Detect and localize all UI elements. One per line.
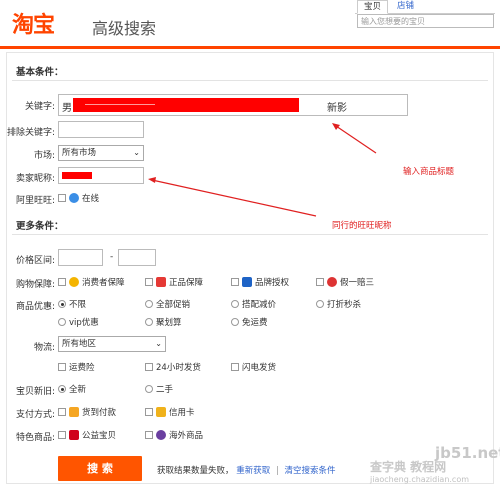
brand-icon bbox=[242, 277, 252, 287]
credit-card-icon bbox=[156, 407, 166, 417]
watermark-url: jiaocheng.chazidian.com bbox=[370, 475, 470, 484]
cod-checkbox[interactable] bbox=[58, 408, 66, 416]
promo-label: 商品优惠: bbox=[15, 302, 55, 312]
credit-label: 信用卡 bbox=[169, 408, 195, 418]
watermark-sub: 查字典 教程网 bbox=[370, 460, 447, 474]
title-arrow-line bbox=[335, 125, 377, 154]
guarantee-fake3[interactable]: 假一赔三 bbox=[316, 276, 374, 288]
charity-checkbox[interactable] bbox=[58, 431, 66, 439]
retry-link[interactable]: 重新获取 bbox=[236, 466, 270, 476]
genuine-label: 正品保障 bbox=[169, 278, 204, 288]
genuine-checkbox[interactable] bbox=[145, 278, 153, 286]
promo-freeship-radio[interactable] bbox=[231, 318, 239, 326]
logistics-24h[interactable]: 24小时发货 bbox=[145, 361, 201, 373]
more-divider bbox=[12, 234, 488, 235]
more-section-title: 更多条件： bbox=[16, 221, 64, 232]
ship24h-label: 24小时发货 bbox=[156, 363, 201, 373]
clear-conditions-link[interactable]: 清空搜索条件 bbox=[285, 466, 336, 476]
consumer-label: 消费者保障 bbox=[82, 278, 125, 288]
promo-bundle-label: 搭配减价 bbox=[242, 300, 277, 310]
charity-icon bbox=[69, 430, 79, 440]
link-divider: | bbox=[275, 466, 279, 476]
overseas-label: 海外商品 bbox=[169, 431, 204, 441]
guarantee-consumer[interactable]: 消费者保障 bbox=[58, 276, 125, 288]
condition-used-label: 二手 bbox=[156, 385, 174, 395]
price-max-input[interactable] bbox=[118, 249, 156, 266]
promo-vip-radio[interactable] bbox=[58, 318, 66, 326]
condition-used-radio[interactable] bbox=[145, 385, 153, 393]
insurance-checkbox[interactable] bbox=[58, 363, 66, 371]
seller-arrow-head bbox=[148, 177, 156, 183]
price-min-input[interactable] bbox=[58, 249, 103, 266]
promo-vip-label: vip优惠 bbox=[69, 318, 99, 328]
price-label: 价格区间: bbox=[15, 256, 55, 266]
result-text: 获取结果数量失败， bbox=[157, 466, 234, 476]
insurance-label: 运费险 bbox=[69, 363, 95, 373]
charity-label: 公益宝贝 bbox=[82, 431, 117, 441]
guarantee-brand[interactable]: 品牌授权 bbox=[231, 276, 289, 288]
shield-icon bbox=[69, 277, 79, 287]
promo-freeship[interactable]: 免运费 bbox=[231, 316, 268, 328]
promo-bundle[interactable]: 搭配减价 bbox=[231, 298, 276, 310]
payment-label: 支付方式: bbox=[15, 410, 55, 420]
promo-freeship-label: 免运费 bbox=[242, 318, 268, 328]
condition-new[interactable]: 全新 bbox=[58, 383, 86, 395]
pay-cod[interactable]: 货到付款 bbox=[58, 406, 116, 418]
logistics-select[interactable]: 所有地区 ⌄ bbox=[58, 336, 166, 352]
promo-any[interactable]: 不限 bbox=[58, 298, 86, 310]
condition-new-label: 全新 bbox=[69, 385, 87, 395]
fake3-label: 假一赔三 bbox=[340, 278, 375, 288]
special-label: 特色商品: bbox=[15, 433, 55, 443]
condition-used[interactable]: 二手 bbox=[145, 383, 173, 395]
overseas-checkbox[interactable] bbox=[145, 431, 153, 439]
search-button[interactable]: 搜 索 bbox=[58, 456, 142, 481]
logistics-select-value: 所有地区 bbox=[62, 339, 97, 349]
promo-bundle-radio[interactable] bbox=[231, 300, 239, 308]
globe-icon bbox=[156, 430, 166, 440]
credit-checkbox[interactable] bbox=[145, 408, 153, 416]
seller-annotation: 同行的旺旺昵称 bbox=[332, 221, 392, 231]
title-arrow-head bbox=[332, 123, 340, 130]
genuine-icon bbox=[156, 277, 166, 287]
brand-checkbox[interactable] bbox=[231, 278, 239, 286]
cod-label: 货到付款 bbox=[82, 408, 117, 418]
cod-icon bbox=[69, 407, 79, 417]
promo-juhuasuan-radio[interactable] bbox=[145, 318, 153, 326]
logistics-label: 物流: bbox=[33, 343, 55, 353]
title-annotation: 输入商品标题 bbox=[403, 167, 455, 177]
price-separator: - bbox=[110, 252, 114, 262]
special-charity[interactable]: 公益宝贝 bbox=[58, 429, 116, 441]
brand-label: 品牌授权 bbox=[255, 278, 290, 288]
special-overseas[interactable]: 海外商品 bbox=[145, 429, 203, 441]
chevron-down-icon: ⌄ bbox=[155, 339, 162, 348]
condition-new-radio[interactable] bbox=[58, 385, 66, 393]
promo-flash-radio[interactable] bbox=[316, 300, 324, 308]
fake3-checkbox[interactable] bbox=[316, 278, 324, 286]
seller-arrow-line bbox=[151, 179, 317, 217]
promo-all-label: 全部促销 bbox=[156, 300, 191, 310]
result-status: 获取结果数量失败， 重新获取 | 清空搜索条件 bbox=[157, 464, 336, 476]
guarantee-label: 购物保障: bbox=[15, 280, 55, 290]
promo-vip[interactable]: vip优惠 bbox=[58, 316, 99, 328]
promo-all[interactable]: 全部促销 bbox=[145, 298, 190, 310]
promo-juhuasuan-label: 聚划算 bbox=[156, 318, 182, 328]
promo-any-label: 不限 bbox=[69, 300, 87, 310]
pay-credit[interactable]: 信用卡 bbox=[145, 406, 195, 418]
ship24h-checkbox[interactable] bbox=[145, 363, 153, 371]
logistics-lightning[interactable]: 闪电发货 bbox=[231, 361, 276, 373]
logistics-insurance[interactable]: 运费险 bbox=[58, 361, 95, 373]
fake3-icon bbox=[327, 277, 337, 287]
lightning-label: 闪电发货 bbox=[242, 363, 277, 373]
condition-label: 宝贝新旧: bbox=[15, 387, 55, 397]
promo-all-radio[interactable] bbox=[145, 300, 153, 308]
lightning-checkbox[interactable] bbox=[231, 363, 239, 371]
promo-flash[interactable]: 打折秒杀 bbox=[316, 298, 361, 310]
promo-any-radio[interactable] bbox=[58, 300, 66, 308]
promo-flash-label: 打折秒杀 bbox=[327, 300, 362, 310]
consumer-checkbox[interactable] bbox=[58, 278, 66, 286]
guarantee-genuine[interactable]: 正品保障 bbox=[145, 276, 203, 288]
promo-juhuasuan[interactable]: 聚划算 bbox=[145, 316, 182, 328]
